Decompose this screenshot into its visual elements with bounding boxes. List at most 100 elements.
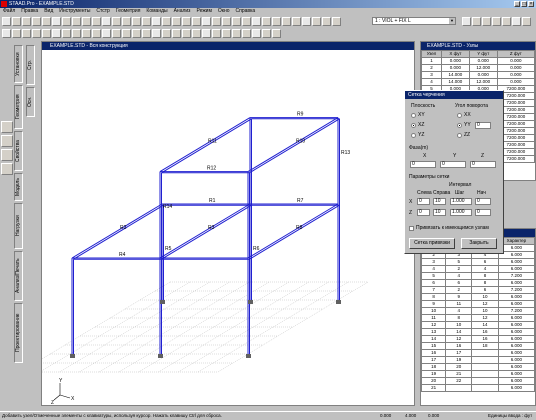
table-row[interactable]: 17 19 6.000 — [420, 356, 536, 364]
table-cell[interactable]: 19 — [420, 370, 447, 378]
toolbar-button[interactable] — [102, 29, 111, 38]
table-cell[interactable]: 6.000 — [497, 363, 536, 371]
beam-member[interactable] — [247, 117, 339, 173]
menu-item-1[interactable]: Правка — [21, 8, 38, 14]
toolbar-button[interactable] — [152, 29, 161, 38]
table-cell[interactable]: 12.000 — [468, 78, 498, 86]
table-cell[interactable]: 8 — [471, 279, 499, 287]
beam-member[interactable] — [247, 203, 339, 259]
table-cell[interactable]: 10 — [445, 321, 473, 329]
toolbar-button[interactable] — [142, 17, 151, 26]
table-cell[interactable]: 8 — [420, 293, 447, 301]
view-3d-icon[interactable] — [1, 121, 13, 133]
table-cell[interactable]: 12.000 — [468, 64, 498, 72]
table-cell[interactable]: 6.000 — [497, 265, 536, 273]
table-row[interactable]: 3 14.000 0.000 0.000 — [421, 71, 536, 79]
table-row[interactable]: 13 14 16 6.000 — [420, 328, 536, 336]
table-cell[interactable]: 9 — [420, 300, 447, 308]
toolbar-button[interactable] — [132, 17, 141, 26]
toolbar-button[interactable] — [72, 17, 81, 26]
structure-canvas[interactable]: R1R2 R3R4R5 R6R7R8R9R10R11R12R13R14YXZ — [42, 50, 414, 405]
toolbar-button[interactable] — [12, 29, 21, 38]
table-cell[interactable]: 10 — [420, 307, 447, 315]
table-cell[interactable]: 14.000 — [441, 78, 470, 86]
table-cell[interactable]: 7.200 — [497, 307, 536, 315]
table-cell[interactable]: 13 — [420, 328, 447, 336]
plane-yz-radio[interactable] — [411, 133, 416, 138]
row-z-left-input[interactable]: 0 — [417, 209, 430, 216]
beams-table[interactable]: БалкаУзел AУзел BХарактер1126.0002346.00… — [420, 237, 536, 392]
table-cell[interactable]: 6.000 — [497, 356, 536, 364]
table-row[interactable]: 3 5 6 6.000 — [420, 258, 536, 266]
table-row[interactable]: 7 2 6 7.200 — [420, 286, 536, 294]
table-cell[interactable]: 9 — [445, 293, 473, 301]
toolbar-button[interactable] — [172, 17, 181, 26]
table-cell[interactable]: 3 — [421, 71, 442, 79]
table-cell[interactable]: 12 — [471, 314, 499, 322]
toolbar-button[interactable] — [42, 17, 51, 26]
table-row[interactable]: 4 2 4 6.000 — [420, 265, 536, 273]
menu-item-8[interactable]: Режим — [196, 8, 211, 14]
table-cell[interactable]: 6 — [445, 279, 473, 287]
toolbar-button[interactable] — [32, 29, 41, 38]
table-cell[interactable]: 0.000 — [496, 78, 536, 86]
toolbar-button[interactable] — [22, 17, 31, 26]
table-row[interactable]: 4 14.000 12.000 0.000 — [421, 78, 536, 86]
table-cell[interactable]: 1 — [421, 57, 442, 65]
beam-member[interactable] — [249, 204, 340, 260]
table-cell[interactable]: 5 — [445, 258, 473, 266]
toolbar-button[interactable] — [272, 29, 281, 38]
toolbar-button[interactable] — [152, 17, 161, 26]
table-cell[interactable]: 6.000 — [497, 328, 536, 336]
toolbar-button[interactable] — [212, 17, 221, 26]
table-cell[interactable]: 6.000 — [497, 300, 536, 308]
table-cell[interactable]: 0.000 — [496, 71, 536, 79]
toolbar-button[interactable] — [282, 17, 291, 26]
close-button[interactable]: × — [528, 1, 534, 7]
toolbar-button[interactable] — [292, 17, 301, 26]
angle-yy-radio[interactable] — [457, 123, 462, 128]
tab-setup-page[interactable]: Стр. — [26, 45, 35, 85]
table-cell[interactable] — [471, 356, 499, 364]
table-cell[interactable]: 0.000 — [441, 64, 470, 72]
toolbar-button[interactable] — [132, 29, 141, 38]
table-cell[interactable]: 12 — [471, 300, 499, 308]
table-cell[interactable]: 5 — [420, 272, 447, 280]
toolbar-button[interactable] — [312, 17, 321, 26]
table-cell[interactable]: 6.000 — [497, 377, 536, 385]
toolbar-button[interactable] — [202, 17, 211, 26]
row-z-step-input[interactable]: 1.000 — [450, 209, 472, 216]
table-cell[interactable]: 6 — [471, 286, 499, 294]
toolbar-button[interactable] — [182, 29, 191, 38]
table-row[interactable]: 1 0.000 0.000 0.000 — [421, 57, 536, 65]
toolbar-button[interactable] — [52, 29, 61, 38]
tab-loads[interactable]: Нагрузки — [14, 203, 23, 249]
toolbar-button[interactable] — [212, 29, 221, 38]
table-cell[interactable]: 22 — [445, 377, 473, 385]
menu-item-0[interactable]: Файл — [3, 8, 15, 14]
table-cell[interactable]: 21 — [445, 370, 473, 378]
table-row[interactable]: 16 17 6.000 — [420, 349, 536, 357]
toolbar-button[interactable] — [62, 17, 71, 26]
table-cell[interactable] — [471, 384, 499, 392]
table-cell[interactable]: 0.000 — [496, 64, 536, 72]
snap-to-nodes-checkbox[interactable] — [409, 226, 414, 231]
table-cell[interactable]: 18 — [471, 342, 499, 350]
toolbar-button[interactable] — [122, 29, 131, 38]
support-node[interactable] — [248, 300, 253, 304]
table-cell[interactable]: 14 — [471, 321, 499, 329]
table-cell[interactable]: 20 — [420, 377, 447, 385]
table-row[interactable]: 9 11 12 6.000 — [420, 300, 536, 308]
origin-y-input[interactable]: 0 — [440, 161, 466, 168]
toolbar-button[interactable] — [512, 17, 521, 26]
table-cell[interactable]: 12 — [420, 321, 447, 329]
toolbar-button[interactable] — [112, 29, 121, 38]
support-node[interactable] — [70, 354, 75, 358]
table-row[interactable]: 2 0.000 12.000 0.000 — [421, 64, 536, 72]
row-x-right-input[interactable]: 10 — [433, 198, 446, 205]
table-cell[interactable]: 16 — [445, 342, 473, 350]
toolbar-button[interactable] — [112, 17, 121, 26]
toolbar-button[interactable] — [72, 29, 81, 38]
table-cell[interactable]: 16 — [420, 349, 447, 357]
support-node[interactable] — [158, 354, 163, 358]
